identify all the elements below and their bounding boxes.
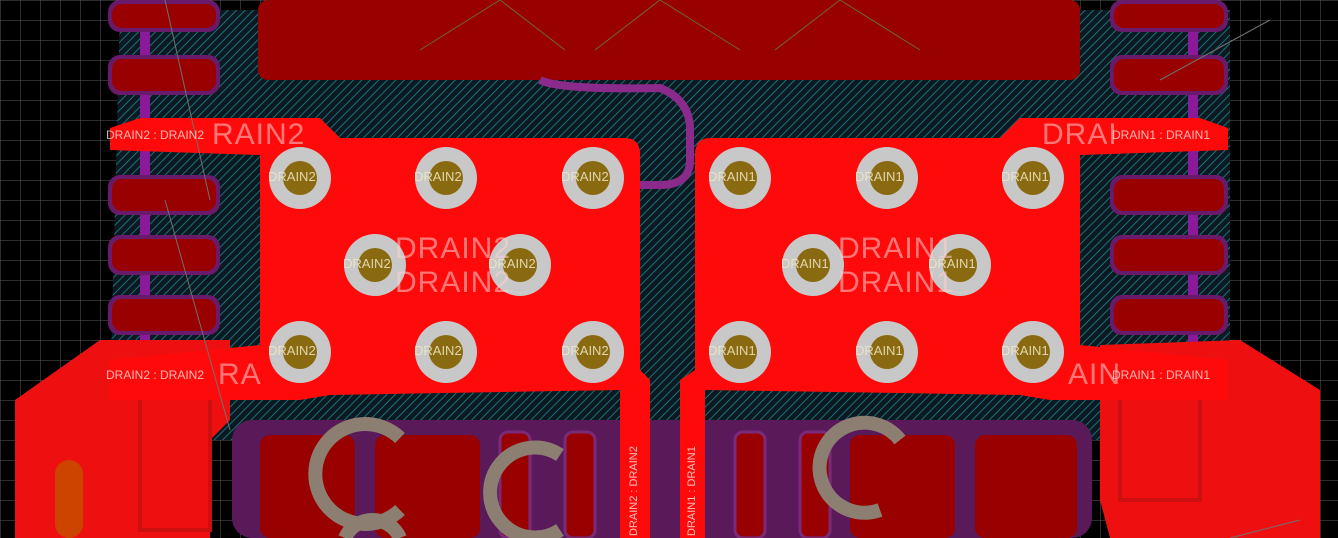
via-hole bbox=[1016, 335, 1050, 369]
via-hole bbox=[576, 335, 610, 369]
pcb-board[interactable] bbox=[0, 0, 1338, 538]
via-hole bbox=[503, 248, 537, 282]
via-hole bbox=[283, 335, 317, 369]
via-hole bbox=[576, 161, 610, 195]
via-hole bbox=[870, 161, 904, 195]
via-hole bbox=[283, 161, 317, 195]
pcb-layout-canvas[interactable]: DRAIN2 DRAIN2 DRAIN1 DRAIN1 RAIN2 RA DRA… bbox=[0, 0, 1338, 538]
via-hole bbox=[429, 335, 463, 369]
trace-label-drain2: DRAIN2 : DRAIN2 bbox=[628, 446, 640, 536]
via-hole bbox=[358, 248, 392, 282]
via-hole bbox=[723, 161, 757, 195]
via-hole bbox=[723, 335, 757, 369]
via-hole bbox=[429, 161, 463, 195]
via-hole bbox=[943, 248, 977, 282]
via-hole bbox=[870, 335, 904, 369]
top-copper-block[interactable] bbox=[258, 0, 1080, 80]
via-hole bbox=[1016, 161, 1050, 195]
trace-label-drain1: DRAIN1 : DRAIN1 bbox=[686, 446, 698, 536]
via-hole bbox=[796, 248, 830, 282]
